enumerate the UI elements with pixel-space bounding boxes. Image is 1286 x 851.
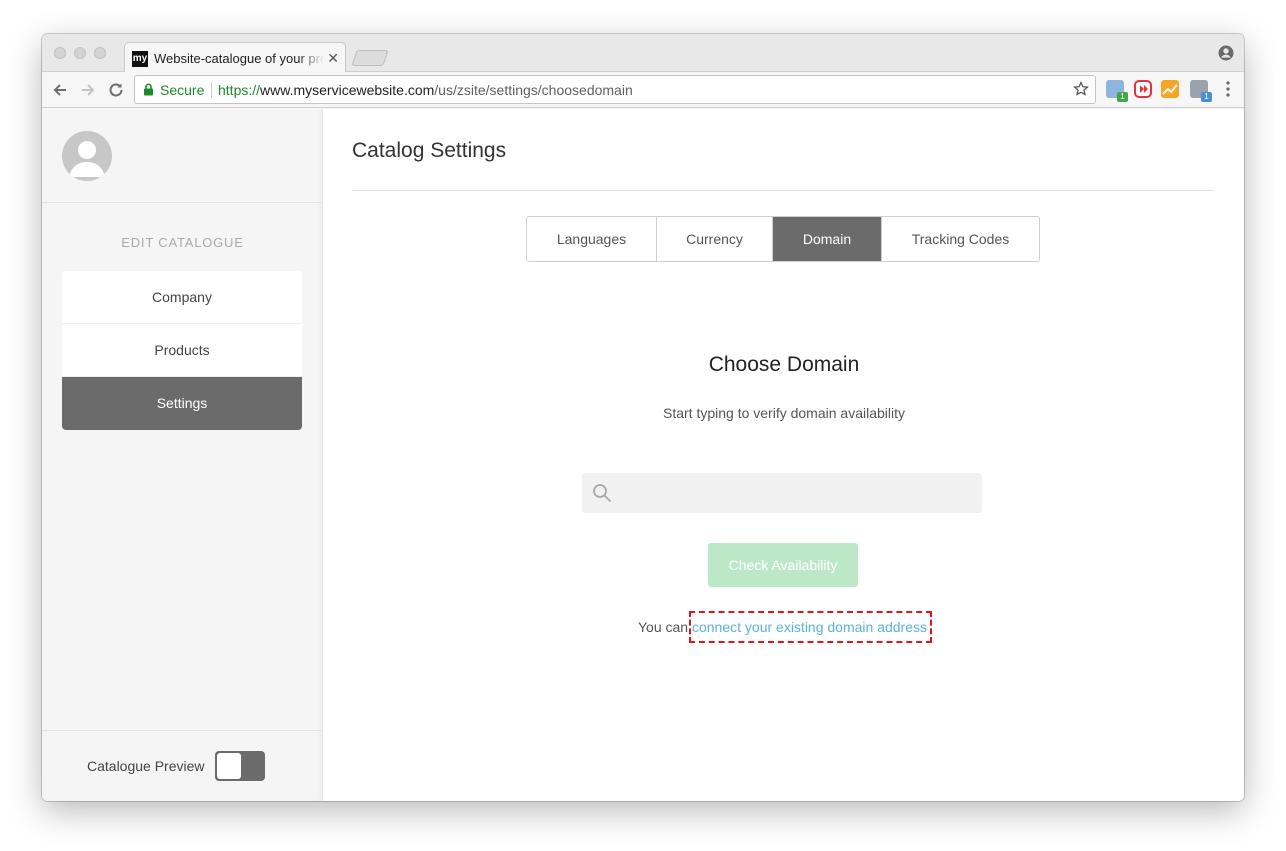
connect-domain-prefix: You can [638, 619, 692, 635]
sidebar-item-company[interactable]: Company [62, 271, 302, 324]
chart-line-icon [1162, 84, 1178, 95]
sidebar-item-settings[interactable]: Settings [62, 377, 302, 430]
domain-search-input[interactable] [620, 473, 976, 513]
catalogue-preview-toggle[interactable] [215, 751, 265, 781]
address-divider [211, 82, 212, 98]
profile-icon[interactable] [1218, 45, 1234, 61]
tab-close-icon[interactable]: ✕ [327, 50, 339, 67]
back-arrow-icon[interactable] [50, 80, 70, 100]
toggle-knob [217, 753, 241, 779]
domain-search-box [582, 473, 982, 513]
title-divider [352, 190, 1214, 191]
choose-domain-subtitle: Start typing to verify domain availabili… [663, 405, 905, 421]
tab-title: Website-catalogue of your products [154, 51, 324, 66]
extension-badge: 1 [1201, 92, 1212, 102]
secure-label: Secure [160, 82, 205, 98]
main-panel: Catalog Settings Languages Currency Doma… [324, 109, 1244, 801]
extension-tools-icon[interactable]: 1 [1190, 80, 1212, 102]
avatar[interactable] [62, 131, 112, 181]
extension-code-icon[interactable]: 1 [1106, 80, 1128, 102]
new-tab-button[interactable] [351, 50, 389, 66]
user-avatar-icon [69, 141, 105, 177]
extension-record-icon[interactable] [1134, 80, 1152, 98]
tab-strip: my Website-catalogue of your products ✕ [42, 34, 1244, 73]
tab-languages[interactable]: Languages [527, 217, 657, 261]
catalogue-preview-label: Catalogue Preview [87, 758, 205, 774]
sidebar: EDIT CATALOGUE Company Products Settings… [42, 109, 323, 801]
forward-arrow-icon[interactable] [78, 80, 98, 100]
address-bar[interactable]: Secure https://www.myservicewebsite.com/… [134, 75, 1096, 104]
minimize-window-button[interactable] [74, 47, 86, 59]
url-host: www.myservicewebsite.com [260, 82, 435, 98]
extension-badge: 1 [1117, 92, 1128, 102]
sidebar-divider [42, 202, 322, 203]
url-path: /us/zsite/settings/choosedomain [434, 82, 633, 98]
sidebar-menu: Company Products Settings [62, 271, 302, 430]
page-content: EDIT CATALOGUE Company Products Settings… [42, 109, 1244, 801]
tab-domain[interactable]: Domain [773, 217, 882, 261]
sidebar-heading: EDIT CATALOGUE [121, 235, 244, 250]
tab-tracking-codes[interactable]: Tracking Codes [882, 217, 1039, 261]
settings-tabs: Languages Currency Domain Tracking Codes [526, 216, 1040, 262]
kebab-menu-icon[interactable] [1226, 81, 1230, 97]
check-availability-button[interactable]: Check Availability [708, 543, 858, 587]
browser-toolbar: Secure https://www.myservicewebsite.com/… [42, 72, 1244, 108]
search-icon [593, 484, 612, 503]
highlight-annotation [689, 611, 932, 643]
extension-analytics-icon[interactable] [1161, 80, 1179, 98]
sidebar-item-products[interactable]: Products [62, 324, 302, 377]
lock-icon [144, 83, 153, 96]
play-icon [1140, 85, 1148, 93]
browser-tab-active[interactable]: my Website-catalogue of your products ✕ [124, 42, 346, 73]
bookmark-star-icon[interactable] [1073, 81, 1089, 97]
choose-domain-heading: Choose Domain [708, 353, 860, 376]
close-window-button[interactable] [54, 47, 66, 59]
sidebar-footer-divider [42, 730, 322, 731]
url-text: https://www.myservicewebsite.com/us/zsit… [218, 82, 633, 98]
browser-window: my Website-catalogue of your products ✕ [42, 34, 1244, 801]
reload-icon[interactable] [106, 80, 126, 100]
site-favicon-icon: my [132, 51, 148, 67]
url-scheme: https:// [218, 82, 261, 98]
maximize-window-button[interactable] [94, 47, 106, 59]
tab-currency[interactable]: Currency [657, 217, 773, 261]
page-title: Catalog Settings [352, 139, 507, 162]
